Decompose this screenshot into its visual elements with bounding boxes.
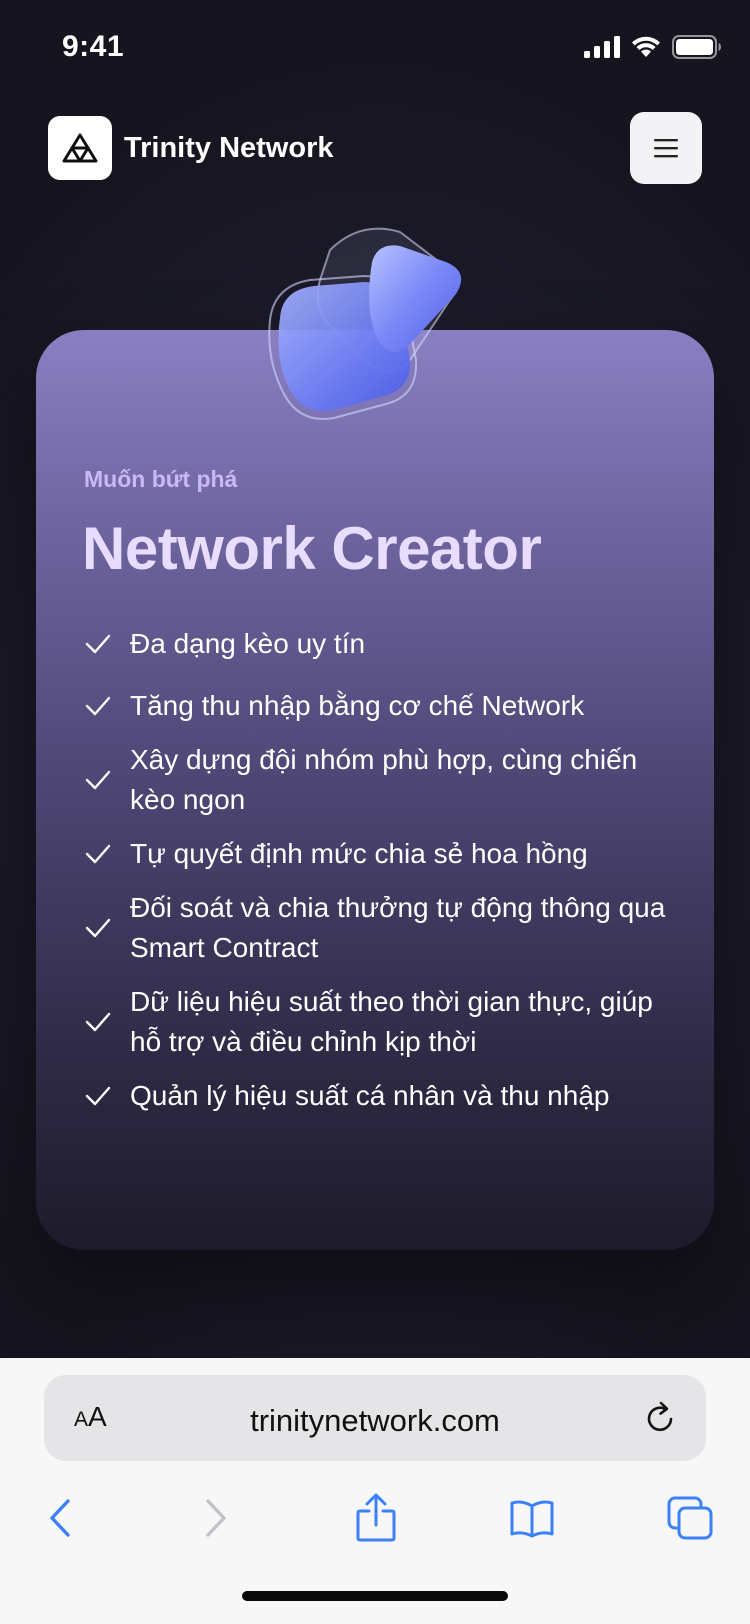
bookmarks-button[interactable] [502, 1488, 562, 1548]
feature-item: Xây dựng đội nhóm phù hợp, cùng chiến kè… [84, 740, 684, 820]
url-text[interactable]: trinitynetwork.com [44, 1403, 706, 1439]
checkmark-icon [84, 632, 116, 656]
checkmark-icon [84, 1084, 116, 1108]
home-indicator[interactable] [242, 1591, 508, 1601]
feature-text: Tự quyết định mức chia sẻ hoa hồng [130, 838, 588, 869]
feature-text: Xây dựng đội nhóm phù hợp, cùng chiến kè… [130, 744, 638, 815]
forward-button[interactable] [186, 1488, 246, 1548]
reload-icon[interactable] [642, 1399, 680, 1437]
checkmark-icon [84, 916, 116, 940]
feature-text: Quản lý hiệu suất cá nhân và thu nhập [130, 1080, 610, 1111]
glass-shapes-illustration [268, 227, 462, 420]
brand-name[interactable]: Trinity Network [124, 132, 334, 165]
feature-item: Tự quyết định mức chia sẻ hoa hồng [84, 834, 684, 874]
tabs-button[interactable] [660, 1488, 720, 1548]
bookmarks-icon [510, 1500, 554, 1538]
cellular-signal-icon [584, 36, 620, 58]
checkmark-icon [84, 1010, 116, 1034]
address-bar[interactable]: AA trinitynetwork.com [44, 1375, 706, 1461]
feature-text: Đối soát và chia thưởng tự động thông qu… [130, 892, 666, 963]
hamburger-menu-button[interactable] [630, 112, 702, 184]
share-icon [356, 1493, 396, 1542]
feature-text: Tăng thu nhập bằng cơ chế Network [130, 690, 585, 721]
feature-item: Đa dạng kèo uy tín [84, 624, 684, 664]
back-icon [50, 1499, 70, 1537]
wifi-icon [632, 36, 660, 57]
status-bar: 9:41 [0, 0, 750, 96]
feature-item: Quản lý hiệu suất cá nhân và thu nhập [84, 1076, 684, 1116]
card-title: Network Creator [82, 515, 542, 582]
browser-toolbar [0, 1488, 750, 1548]
site-header: Trinity Network [0, 112, 750, 184]
feature-item: Dữ liệu hiệu suất theo thời gian thực, g… [84, 982, 684, 1062]
feature-item: Đối soát và chia thưởng tự động thông qu… [84, 888, 684, 968]
tabs-icon [667, 1496, 713, 1540]
screen: 9:41 Trinity Network Muốn bứt phá Networ… [0, 0, 750, 1624]
forward-icon [206, 1499, 226, 1537]
feature-item: Tăng thu nhập bằng cơ chế Network [84, 686, 684, 726]
trinity-logo-icon[interactable] [48, 116, 112, 180]
card-subtitle: Muốn bứt phá [84, 466, 238, 492]
share-button[interactable] [346, 1488, 406, 1548]
status-icons [584, 34, 722, 60]
browser-bottom-bar: AA trinitynetwork.com [0, 1358, 750, 1624]
checkmark-icon [84, 768, 116, 792]
battery-icon [672, 35, 721, 59]
back-button[interactable] [30, 1488, 90, 1548]
checkmark-icon [84, 842, 116, 866]
hamburger-menu-icon [654, 139, 678, 158]
feature-text: Đa dạng kèo uy tín [130, 628, 366, 659]
status-time: 9:41 [62, 30, 125, 63]
checkmark-icon [84, 694, 116, 718]
feature-list: Đa dạng kèo uy tín Tăng thu nhập bằng cơ… [84, 624, 684, 1130]
feature-text: Dữ liệu hiệu suất theo thời gian thực, g… [130, 986, 653, 1057]
